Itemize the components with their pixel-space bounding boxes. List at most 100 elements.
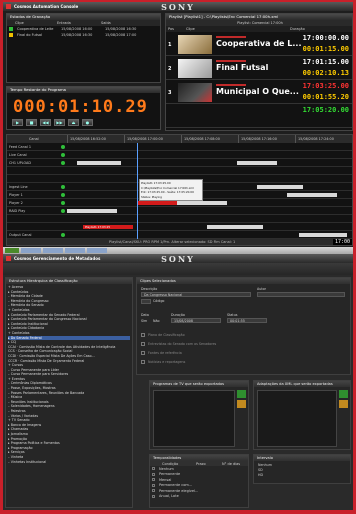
recording-out: 15/08/2008 16:30 [105,27,137,31]
playlist-item-title: Municipal O Que... [216,87,299,96]
programs-list[interactable] [153,390,235,447]
checkbox-icon[interactable] [152,489,155,493]
window2-titlebar[interactable]: Cosmos Gerenciamento de Metadados SONY [3,254,353,264]
track-status-icon [61,185,65,189]
timeline-clip[interactable] [299,233,347,237]
info-title: Clipes Selecionados [137,278,350,284]
progress-bar [216,36,246,38]
col-out: Saída [101,21,111,25]
info-check-row[interactable]: Entrevistas do Senado com os Senadores [141,339,346,348]
timecode-start: 17:01:15.00 [302,58,349,66]
stop-icon[interactable]: ■ [26,119,37,126]
desktop-frame: Cosmos Automation Console SONY Estados d… [3,2,353,510]
tooltip-line: Status: Playing [141,194,162,199]
temporality-row[interactable]: Anual, Lote [150,494,248,500]
eject-icon[interactable]: ⏏ [68,119,79,126]
author-field[interactable] [257,292,345,297]
timeline-track[interactable]: Live Canal [7,151,352,159]
check-label: Entrevistas do Senado com os Senadores [148,341,217,346]
playhead[interactable] [137,143,138,239]
record-icon[interactable]: ● [82,119,93,126]
duration-field[interactable]: 00:01:55 [227,318,267,323]
checkbox-icon[interactable] [152,472,155,476]
duration-label: Duração [171,313,185,317]
temporality-label: Mensal [159,477,172,482]
rewind-icon[interactable]: ◀◀ [40,119,51,126]
timeline-clip[interactable] [207,225,263,229]
col-clip: Clipe [186,27,195,31]
taskbar-item-2[interactable] [43,248,63,253]
current-time: 17:00 [332,239,352,245]
timeline-clip[interactable] [67,209,117,213]
timeline-track[interactable] [7,167,352,175]
adaptations-list[interactable] [257,390,337,447]
checkbox-icon[interactable] [152,478,155,482]
interval-option-label: HD [258,473,264,477]
timecode-start: 17:05:20.00 [302,106,349,114]
tree-node[interactable]: – Vinhetas Institucional [8,460,130,465]
temporality-panel: Temporalidades Condição Prazo N° de dias… [149,454,249,508]
description-field[interactable]: Da Congresso Nacional [141,292,251,297]
playlist-item-number: 2 [168,66,172,72]
timeline-track[interactable]: CH1 UPLOAD [7,159,352,167]
start-button[interactable] [5,248,19,253]
timeline-panel: Canal 15/08/2008 16:52:00 15/08/2008 17:0… [6,134,353,246]
radio-yes[interactable]: Sim [141,319,147,323]
info-check-row[interactable]: Fontes de referência [141,348,346,357]
timeline-channel-header: Canal [29,137,39,141]
checkbox-icon[interactable] [141,332,145,337]
playlist-panel: Playlist [Playlist1] - C:\Playlists\Enc … [165,13,353,131]
play-icon[interactable]: ▶ [12,119,23,126]
interval-option[interactable]: HD [258,473,346,478]
timeline-clip[interactable] [237,161,277,165]
checkbox-icon[interactable] [141,359,145,364]
forward-icon[interactable]: ▶▶ [54,119,65,126]
temporality-label: Permanente [159,472,181,477]
clip-tooltip: Playlist1 17:03:25.00 C:\Playlists\Enc Co… [139,179,203,201]
taskbar-item-4[interactable] [87,248,107,253]
timeline-time-label: 15/08/2008 17:24:00 [295,135,352,143]
add-program-button[interactable] [237,390,246,398]
playlist-item[interactable]: 17:05:20.00 [166,104,352,128]
timeline-clip[interactable] [77,161,121,165]
info-check-row[interactable]: Plano de Classificação [141,330,346,339]
code-checkbox[interactable] [141,299,151,304]
recording-row[interactable]: Final do Futsal 15/08/2008 16:30 15/08/200… [7,32,160,38]
timeline-track[interactable] [7,215,352,223]
checkbox-icon[interactable] [141,341,145,346]
counter-wrap: 000:01:10.29 [7,93,160,117]
playlist-item-number: 3 [168,90,172,96]
window1-titlebar[interactable]: Cosmos Automation Console SONY [3,2,353,12]
timeline-track[interactable]: RAID Play [7,207,352,215]
app-icon [6,4,11,9]
checkbox-icon[interactable] [141,350,145,355]
date-label: Data [141,313,149,317]
checkbox-icon[interactable] [152,467,155,471]
edit-adaptation-button[interactable] [339,400,348,408]
playlist-item[interactable]: 3 Municipal O Que... 17:03:25.00 00:01:55.2… [166,80,352,104]
remaining-time-counter: 000:01:10.29 [13,97,148,117]
taskbar-item-1[interactable] [21,248,41,253]
timeline-clip-playing[interactable]: Playlist1 17:03:25 [83,225,133,229]
info-check-row[interactable]: Notícias e reportagens [141,357,346,366]
timecode-duration: 00:01:55.20 [302,93,349,101]
radio-no[interactable]: Não [153,319,160,323]
checkbox-icon[interactable] [152,494,155,498]
timeline-track[interactable]: Feed Canal 1 [7,143,352,151]
timeline-clip[interactable] [257,185,303,189]
timeline-clip-selected[interactable] [137,201,177,205]
timeline-clip[interactable] [287,193,337,197]
playlist-item[interactable]: 1 Cooperativa de L... 17:00:00.00 00:01:15.… [166,32,352,56]
add-adaptation-button[interactable] [339,390,348,398]
timeline-track[interactable] [7,223,352,231]
track-status-icon [61,161,65,165]
taskbar-item-3[interactable] [65,248,85,253]
timeline-time-label: 15/08/2008 17:00:00 [124,135,181,143]
checkbox-icon[interactable] [152,483,155,487]
date-field[interactable]: 15/08/2008 [171,318,221,323]
app-icon [6,256,11,261]
playlist-item[interactable]: 2 Final Futsal 17:01:15.00 00:02:10.13 [166,56,352,80]
track-status-icon [61,193,65,197]
code-label: Código [153,299,165,303]
edit-program-button[interactable] [237,400,246,408]
